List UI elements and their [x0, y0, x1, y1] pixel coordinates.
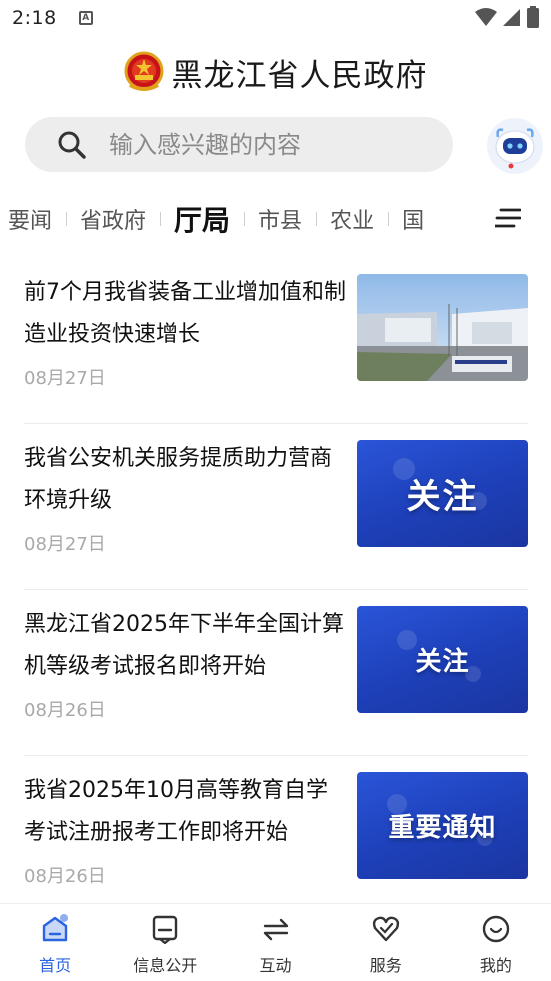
- page-title: 黑龙江省人民政府: [171, 57, 428, 94]
- tab-nongye[interactable]: 农业: [316, 203, 388, 235]
- home-icon: [42, 914, 69, 942]
- interact-icon: [263, 918, 288, 941]
- robot-assistant-icon[interactable]: [486, 117, 544, 175]
- national-emblem-icon: [124, 51, 163, 91]
- nav-label: 首页: [39, 956, 72, 975]
- news-thumbnail-photo: [357, 274, 528, 381]
- nav-info-public[interactable]: 信息公开: [110, 904, 220, 981]
- a-icon: A: [78, 11, 93, 25]
- news-list: 前7个月我省装备工业增加值和制造业投资快速增长 08月27日 我省公安机关服务提…: [24, 258, 528, 922]
- search-icon: [58, 131, 86, 159]
- news-date: 08月27日: [24, 534, 106, 555]
- news-thumbnail: 关注: [357, 606, 528, 713]
- service-icon: [372, 916, 399, 942]
- news-item[interactable]: 前7个月我省装备工业增加值和制造业投资快速增长 08月27日: [24, 258, 528, 424]
- news-title: 黑龙江省2025年下半年全国计算机等级考试报名即将开始: [24, 612, 344, 679]
- news-item[interactable]: 我省2025年10月高等教育自学考试注册报考工作即将开始 08月26日 重要通知: [24, 756, 528, 922]
- nav-label: 信息公开: [133, 956, 198, 975]
- nav-home[interactable]: 首页: [0, 904, 110, 981]
- news-thumbnail: 关注: [357, 440, 528, 547]
- thumbnail-text: 关注: [406, 477, 479, 517]
- news-date: 08月27日: [24, 368, 106, 389]
- news-date: 08月26日: [24, 700, 106, 721]
- news-title: 我省公安机关服务提质助力营商环境升级: [24, 446, 333, 513]
- wifi-icon: [475, 8, 497, 26]
- status-time: 2:18: [12, 7, 57, 29]
- signal-icon: [503, 9, 520, 26]
- news-item[interactable]: 黑龙江省2025年下半年全国计算机等级考试报名即将开始 08月26日 关注: [24, 590, 528, 756]
- tab-shengzhengfu[interactable]: 省政府: [66, 203, 160, 235]
- tab-shixian[interactable]: 市县: [244, 203, 316, 235]
- app-header: 黑龙江省人民政府: [0, 44, 551, 100]
- category-tabs: 要闻 省政府 厅局 市县 农业 国: [0, 196, 551, 242]
- menu-icon[interactable]: [495, 207, 521, 229]
- search-input[interactable]: [109, 130, 429, 159]
- battery-icon: [527, 6, 539, 28]
- tab-guo[interactable]: 国: [388, 203, 438, 235]
- news-title: 前7个月我省装备工业增加值和制造业投资快速增长: [24, 280, 346, 347]
- nav-label: 互动: [259, 956, 292, 975]
- profile-icon: [482, 915, 510, 943]
- news-date: 08月26日: [24, 866, 106, 887]
- thumbnail-text: 重要通知: [388, 813, 497, 843]
- bottom-nav: 首页 信息公开 互动 服务 我的: [0, 903, 551, 981]
- tab-yaowen[interactable]: 要闻: [0, 203, 66, 235]
- thumbnail-text: 关注: [415, 647, 470, 677]
- search-bar[interactable]: [25, 117, 453, 172]
- news-thumbnail: 重要通知: [357, 772, 528, 879]
- nav-label: 服务: [369, 956, 402, 975]
- nav-interact[interactable]: 互动: [220, 904, 330, 981]
- status-icons: [475, 6, 539, 28]
- news-item[interactable]: 我省公安机关服务提质助力营商环境升级 08月27日 关注: [24, 424, 528, 590]
- tab-tingju[interactable]: 厅局: [160, 199, 244, 239]
- nav-label: 我的: [479, 956, 512, 975]
- nav-service[interactable]: 服务: [331, 904, 441, 981]
- status-bar: 2:18 A: [0, 0, 551, 36]
- info-icon: [153, 915, 178, 944]
- news-title: 我省2025年10月高等教育自学考试注册报考工作即将开始: [24, 778, 328, 845]
- nav-profile[interactable]: 我的: [441, 904, 551, 981]
